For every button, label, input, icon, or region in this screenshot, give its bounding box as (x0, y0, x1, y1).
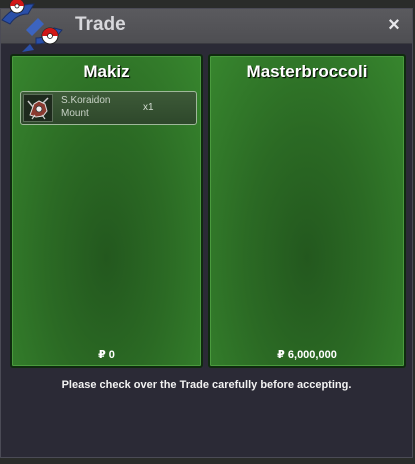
right-trader-name: Masterbroccoli (246, 62, 368, 81)
right-trade-panel: Masterbroccoli ₽ 6,000,000 (208, 54, 406, 368)
left-trade-panel: Makiz S.Koraidon Mount x1 ₽ 0 (10, 54, 203, 368)
trade-window: Trade × Makiz S.Koraidon Mount x1 ₽ 0 Ma… (0, 8, 413, 458)
trade-item-card[interactable]: S.Koraidon Mount x1 (20, 91, 197, 125)
item-quantity: x1 (143, 102, 154, 113)
app-logo-icon (1, 0, 63, 52)
right-money-amount: ₽ 6,000,000 (210, 348, 404, 361)
window-title: Trade (75, 14, 126, 35)
item-name: S.Koraidon Mount (61, 95, 111, 119)
close-button[interactable]: × (384, 14, 404, 36)
trade-notice: Please check over the Trade carefully be… (61, 379, 352, 391)
koraidon-icon (23, 94, 53, 122)
left-money-value: 0 (108, 349, 115, 361)
left-money-amount: ₽ 0 (12, 348, 201, 361)
pokedollar-symbol: ₽ (98, 349, 106, 361)
left-trader-name: Makiz (83, 62, 130, 81)
pokedollar-symbol: ₽ (277, 349, 285, 361)
right-money-value: 6,000,000 (287, 349, 337, 361)
